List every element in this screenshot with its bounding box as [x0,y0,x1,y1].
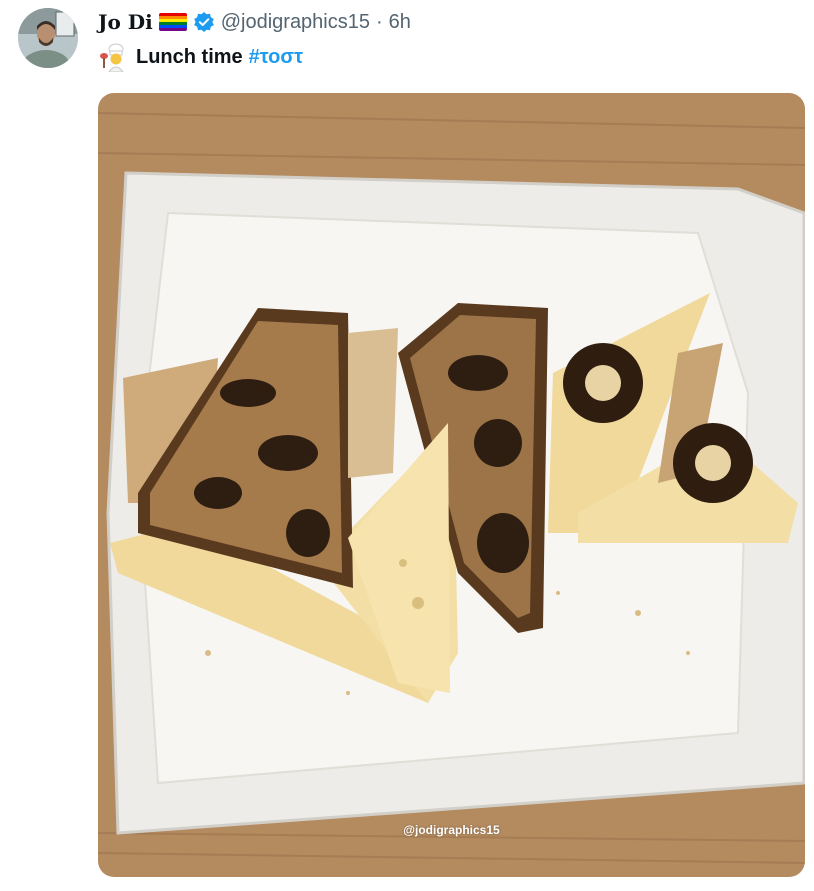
image-watermark: @jodigraphics15 [403,823,500,837]
pride-flag-icon [158,13,187,31]
tweet-header: Jo Di @jodigraphics15 · 6h [98,8,411,36]
tweet-media-image[interactable]: @jodigraphics15 [98,93,805,877]
timestamp[interactable]: 6h [389,11,411,34]
toast-plate-photo [98,93,805,877]
display-name[interactable]: Jo Di [98,10,153,34]
tweet-text: Lunch time #τοστ [98,42,303,73]
tweet: Jo Di @jodigraphics15 · 6h Lunch time #τ… [0,0,814,891]
hashtag-link[interactable]: #τοστ [249,46,303,69]
avatar-image [18,8,78,68]
separator-dot: · [376,10,383,33]
cook-emoji-icon [98,42,130,73]
author-handle[interactable]: @jodigraphics15 [221,11,370,34]
verified-badge-icon [193,11,215,33]
tweet-body-text: Lunch time [136,45,243,68]
avatar[interactable] [18,8,78,68]
